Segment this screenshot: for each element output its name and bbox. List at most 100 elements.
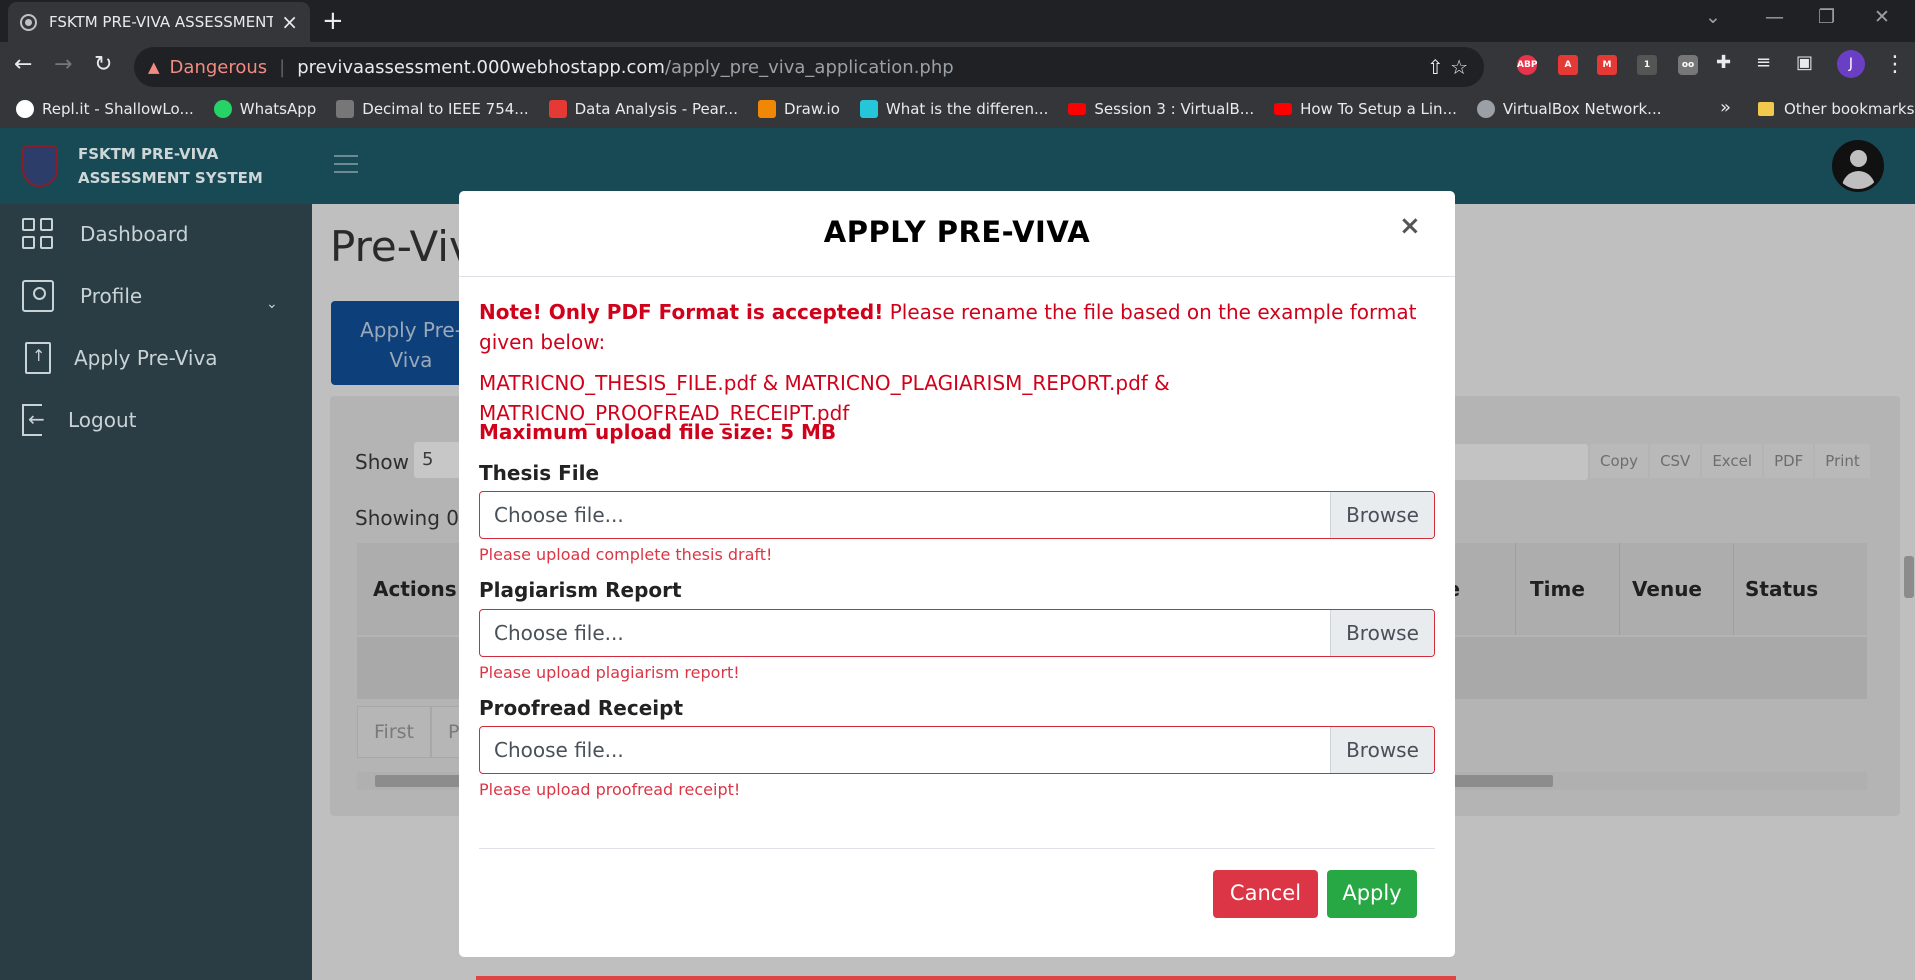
th-venue[interactable]: Venue (1632, 577, 1702, 601)
cancel-button[interactable]: Cancel (1213, 870, 1318, 918)
sidebar-item-logout[interactable]: Logout (22, 404, 136, 436)
url-path: /apply_pre_viva_application.php (664, 56, 954, 78)
menu-kebab-icon[interactable]: ⋮ (1884, 52, 1906, 77)
filename-examples: MATRICNO_THESIS_FILE.pdf & MATRICNO_PLAG… (479, 371, 1170, 425)
excel-button[interactable]: Excel (1702, 444, 1763, 478)
profile-avatar[interactable]: J (1837, 50, 1865, 78)
file-upload-icon (25, 342, 51, 374)
bookmark-star-icon[interactable]: ⇧ ☆ (1427, 55, 1468, 79)
pdf-note: Note! Only PDF Format is accepted! Pleas… (479, 300, 1417, 354)
modal-header: APPLY PRE-VIVA × (459, 191, 1455, 277)
back-icon[interactable]: ← (14, 52, 32, 77)
window-close-icon[interactable]: ✕ (1874, 6, 1890, 28)
max-size-note: Maximum upload file size: 5 MB (479, 420, 837, 444)
page-bottom-strip (476, 976, 1456, 980)
proofread-receipt-label: Proofread Receipt (479, 696, 684, 720)
sidebar-item-apply-pre-viva[interactable]: Apply Pre-Viva (22, 342, 218, 374)
puzzle-icon[interactable]: ✚ (1716, 52, 1731, 73)
thesis-file-feedback: Please upload complete thesis draft! (479, 545, 773, 564)
hamburger-icon[interactable] (334, 155, 358, 179)
sidebar-label: Profile (80, 284, 143, 308)
show-label: Show (355, 450, 409, 474)
bookmarks-bar: Repl.it - ShallowLo... WhatsApp Decimal … (0, 90, 1915, 128)
other-bookmarks[interactable]: Other bookmarks (1758, 90, 1914, 128)
proofread-browse-button[interactable]: Browse (1330, 727, 1434, 773)
bookmark-item[interactable]: What is the differen... (859, 100, 1048, 118)
plagiarism-report-feedback: Please upload plagiarism report! (479, 663, 740, 682)
bookmark-item[interactable]: Decimal to IEEE 754... (336, 100, 529, 118)
minimize-icon[interactable]: — (1765, 6, 1784, 28)
tab-title: FSKTM PRE-VIVA ASSESSMENT S (49, 13, 274, 31)
copy-button[interactable]: Copy (1590, 444, 1649, 478)
forward-icon[interactable]: → (54, 52, 72, 77)
mendeley-icon[interactable]: M (1597, 55, 1617, 75)
bookmark-item[interactable]: Session 3 : VirtualB... (1068, 100, 1254, 118)
sidebar-item-dashboard[interactable]: Dashboard (22, 218, 189, 250)
csv-button[interactable]: CSV (1650, 444, 1701, 478)
brand-line1: FSKTM PRE-VIVA (78, 145, 219, 163)
plagiarism-report-label: Plagiarism Report (479, 578, 682, 602)
restore-icon[interactable]: ❐ (1818, 6, 1835, 28)
bookmark-item[interactable]: How To Setup a Lin... (1274, 100, 1457, 118)
sidebar-label: Apply Pre-Viva (74, 346, 218, 370)
extension-icon[interactable]: oo (1678, 55, 1698, 75)
url-host: previvaassessment.000webhostapp.com (297, 56, 665, 78)
chevron-down-icon[interactable]: ⌄ (266, 296, 278, 312)
bookmark-item[interactable]: Draw.io (757, 100, 840, 118)
warning-icon[interactable]: ▲ (148, 58, 160, 76)
thesis-file-placeholder[interactable]: Choose file... (480, 492, 1330, 538)
more-bookmarks-icon[interactable]: » (1720, 97, 1731, 118)
modal-title: APPLY PRE-VIVA (823, 215, 1091, 249)
plagiarism-report-input[interactable]: Choose file... Browse (479, 609, 1435, 657)
bookmark-item[interactable]: VirtualBox Network... (1476, 100, 1661, 118)
browser-tab[interactable]: FSKTM PRE-VIVA ASSESSMENT S × (8, 2, 310, 42)
tab-close-icon[interactable]: × (281, 10, 298, 34)
pager-first[interactable]: First (357, 706, 431, 758)
plagiarism-report-placeholder[interactable]: Choose file... (480, 610, 1330, 656)
side-panel-icon[interactable]: ▣ (1796, 52, 1813, 73)
print-button[interactable]: Print (1815, 444, 1870, 478)
security-status[interactable]: Dangerous (170, 57, 268, 78)
reload-icon[interactable]: ↻ (94, 52, 112, 77)
browser-toolbar: ← → ↻ ▲ Dangerous | previvaassessment.00… (0, 42, 1915, 90)
extension-badge-icon[interactable]: 1 (1637, 55, 1657, 75)
abp-icon[interactable]: ABP (1517, 55, 1538, 75)
pdf-icon[interactable]: A (1558, 55, 1578, 75)
bookmark-item[interactable]: Data Analysis - Pear... (548, 100, 738, 118)
th-time[interactable]: Time (1530, 577, 1585, 601)
bookmark-item[interactable]: WhatsApp (213, 100, 316, 118)
browser-tabstrip: FSKTM PRE-VIVA ASSESSMENT S × + ⌄ — ❐ ✕ (0, 0, 1915, 42)
new-tab-icon[interactable]: + (322, 6, 344, 36)
vertical-scrollbar[interactable] (1904, 556, 1914, 598)
grid-icon (22, 218, 54, 250)
plagiarism-browse-button[interactable]: Browse (1330, 610, 1434, 656)
export-buttons: Copy CSV Excel PDF Print (1590, 444, 1872, 478)
th-status[interactable]: Status (1745, 577, 1818, 601)
close-icon[interactable]: × (1399, 211, 1421, 241)
globe-icon (20, 13, 37, 31)
apply-button[interactable]: Apply (1327, 870, 1417, 918)
proofread-receipt-input[interactable]: Choose file... Browse (479, 726, 1435, 774)
thesis-file-input[interactable]: Choose file... Browse (479, 491, 1435, 539)
university-logo (22, 145, 58, 187)
sidebar-item-profile[interactable]: Profile (22, 280, 142, 312)
user-avatar[interactable] (1832, 140, 1884, 192)
sidebar-label: Logout (68, 408, 137, 432)
proofread-receipt-feedback: Please upload proofread receipt! (479, 780, 741, 799)
pdf-button[interactable]: PDF (1764, 444, 1814, 478)
profile-card-icon (22, 280, 54, 312)
thesis-browse-button[interactable]: Browse (1330, 492, 1434, 538)
modal-footer-divider (479, 848, 1435, 849)
th-actions[interactable]: Actions (373, 577, 457, 601)
brand[interactable]: FSKTM PRE-VIVA ASSESSMENT SYSTEM (22, 142, 268, 190)
sidebar-label: Dashboard (80, 222, 189, 246)
address-bar[interactable]: ▲ Dangerous | previvaassessment.000webho… (134, 47, 1484, 87)
sidebar: Dashboard Profile ⌄ Apply Pre-Viva Logou… (0, 204, 312, 980)
url-separator: | (279, 56, 286, 78)
proofread-receipt-placeholder[interactable]: Choose file... (480, 727, 1330, 773)
thesis-file-label: Thesis File (479, 461, 600, 485)
showing-info: Showing 0 (355, 506, 459, 530)
bookmark-item[interactable]: Repl.it - ShallowLo... (16, 100, 194, 118)
reading-list-icon[interactable]: ≡ (1756, 52, 1771, 73)
tab-search-icon[interactable]: ⌄ (1705, 6, 1721, 28)
